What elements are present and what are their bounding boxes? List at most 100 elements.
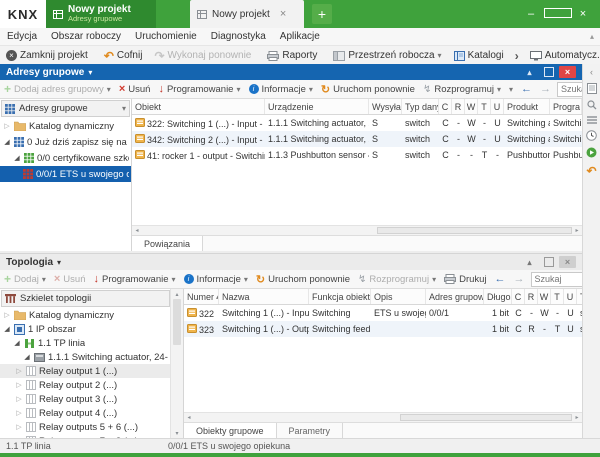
unload-button[interactable]: ↯ Rozprogramuj ▾ (419, 84, 505, 95)
online-status-icon[interactable] (586, 147, 597, 158)
topology-panel-header[interactable]: Topologia ▾ ▴ × (0, 253, 582, 270)
info-button[interactable]: i Informacje ▾ (245, 84, 317, 95)
tree-item-channel[interactable]: ▷ Relay output 4 (...) (0, 406, 170, 420)
tab-parametry[interactable]: Parametry (277, 423, 344, 438)
tab-powiazania[interactable]: Powiązania (132, 236, 203, 251)
add-group-address-button[interactable]: + Dodaj adres grupowy ▾ (0, 82, 115, 96)
ribbon-collapse-icon[interactable]: ▴ (590, 32, 594, 41)
col-c[interactable]: C (439, 99, 452, 114)
menu-edycja[interactable]: Edycja (0, 31, 44, 42)
col-w[interactable]: W (465, 99, 478, 114)
dropdown-icon[interactable]: ▾ (497, 85, 501, 94)
tree-item-dynamic-folder[interactable]: ▷ Katalog dynamiczny (0, 118, 131, 134)
tree-item-channel[interactable]: ▷ Relay output 3 (...) (0, 392, 170, 406)
expander-icon[interactable]: ▷ (15, 395, 23, 403)
vertical-scrollbar[interactable]: ▴ ▾ (170, 289, 183, 438)
catalogs-button[interactable]: Katalogi (448, 50, 510, 61)
restart-button[interactable]: ↻ Uruchom ponownie (252, 273, 354, 286)
table-row[interactable]: 342: Switching 2 (...) - Input - Switchi… (132, 131, 582, 147)
table-row[interactable]: 322: Switching 1 (...) - Input - Switchi… (132, 115, 582, 131)
delete-button[interactable]: × Usuń (115, 83, 155, 95)
back-button[interactable]: ← (517, 83, 536, 95)
info-button[interactable]: i Informacje ▾ (180, 274, 252, 285)
toolbar-overflow-icon[interactable]: ▾ (505, 85, 517, 94)
expander-icon[interactable]: ◢ (13, 339, 21, 347)
dropdown-icon[interactable]: ▾ (107, 85, 111, 94)
download-button[interactable]: ↓ Programowanie ▾ (89, 273, 179, 285)
col-nazwa[interactable]: Nazwa (219, 289, 309, 304)
expander-icon[interactable]: ▷ (3, 311, 11, 319)
expander-icon[interactable]: ▷ (15, 409, 23, 417)
panel-maximize-button[interactable] (540, 66, 557, 78)
scroll-left-icon[interactable]: ◂ (132, 227, 142, 234)
dropdown-icon[interactable]: ▾ (432, 275, 436, 284)
panel-collapse-button[interactable]: ▴ (521, 256, 538, 268)
col-obiekt[interactable]: Obiekt (132, 99, 265, 114)
tree-item-dynamic-folder[interactable]: ▷ Katalog dynamiczny (0, 308, 170, 322)
pending-operations-icon[interactable] (587, 83, 597, 94)
scroll-right-icon[interactable]: ▸ (572, 227, 582, 234)
forward-button[interactable]: → (510, 273, 529, 285)
restart-button[interactable]: ↻ Uruchom ponownie (317, 83, 419, 96)
tree-item-line[interactable]: ◢ 1.1 TP linia (0, 336, 170, 350)
window-close-button[interactable]: × (570, 8, 596, 20)
menu-diagnostyka[interactable]: Diagnostyka (204, 31, 273, 42)
tree-item-main-group[interactable]: ◢ 0 Już dziś zapisz się na (0, 134, 131, 150)
connection-selector[interactable]: Automatycz... ▾ (524, 50, 600, 61)
horizontal-scrollbar[interactable]: ◂ ▸ (184, 412, 582, 422)
download-button[interactable]: ↓ Programowanie ▾ (154, 83, 244, 95)
project-tab-active[interactable]: Nowy projekt Adresy grupowe (46, 0, 156, 28)
col-w[interactable]: W (538, 289, 551, 304)
col-funkcja[interactable]: Funkcja obiektu (309, 289, 371, 304)
col-r[interactable]: R (452, 99, 465, 114)
col-dlugosc[interactable]: Długość (484, 289, 512, 304)
history-clock-icon[interactable] (586, 130, 597, 141)
print-button[interactable]: Drukuj (440, 274, 490, 285)
col-wysylan[interactable]: Wysyłan (369, 99, 402, 114)
expander-icon[interactable]: ▷ (15, 381, 23, 389)
expander-icon[interactable]: ◢ (3, 138, 11, 146)
scroll-up-icon[interactable]: ▴ (175, 289, 178, 299)
col-numer[interactable]: Numer▴ (184, 289, 219, 304)
delete-button[interactable]: × Usuń (50, 273, 90, 285)
col-t[interactable]: T (478, 99, 491, 114)
topology-tree-header[interactable]: Szkielet topologii (1, 290, 170, 307)
window-minimize-button[interactable]: – (518, 8, 544, 20)
dropdown-icon[interactable]: ▾ (309, 85, 313, 94)
panel-close-button[interactable]: × (559, 66, 576, 78)
expander-icon[interactable]: ◢ (13, 154, 21, 162)
scrollbar-thumb[interactable] (377, 227, 573, 234)
dropdown-icon[interactable]: ▾ (122, 104, 126, 113)
scrollbar-thumb[interactable] (173, 299, 181, 345)
tab-close-icon[interactable]: × (278, 8, 288, 20)
expander-icon[interactable]: ▷ (15, 367, 23, 375)
col-adres[interactable]: Adres grupow (426, 289, 484, 304)
undo-history-icon[interactable]: ↶ (586, 164, 596, 178)
window-maximize-button[interactable] (544, 8, 570, 21)
col-r[interactable]: R (525, 289, 538, 304)
forward-button[interactable]: → (536, 83, 555, 95)
panel-collapse-button[interactable]: ▴ (521, 66, 538, 78)
expander-icon[interactable]: ▷ (15, 423, 23, 431)
table-row[interactable]: 322 Switching 1 (...) - Input Switching … (184, 305, 582, 321)
tab-obiekty-grupowe[interactable]: Obiekty grupowe (184, 423, 277, 438)
properties-list-icon[interactable] (587, 116, 597, 124)
panel-menu-icon[interactable]: ▾ (57, 258, 61, 267)
new-tab-button[interactable]: + (312, 4, 332, 24)
unload-button[interactable]: ↯ Rozprogramuj ▾ (354, 274, 440, 285)
col-t[interactable]: T (551, 289, 564, 304)
panel-menu-icon[interactable]: ▾ (88, 68, 92, 77)
panel-close-button[interactable]: × (559, 256, 576, 268)
sidebar-collapse-icon[interactable]: ‹ (590, 67, 593, 77)
back-button[interactable]: ← (491, 273, 510, 285)
close-project-button[interactable]: × Zamknij projekt (0, 50, 94, 61)
col-program[interactable]: Progra (550, 99, 582, 114)
scrollbar-thumb[interactable] (400, 414, 572, 421)
dropdown-icon[interactable]: ▾ (244, 275, 248, 284)
col-typ-danych[interactable]: Typ danych (402, 99, 439, 114)
dropdown-icon[interactable]: ▾ (236, 85, 240, 94)
col-c[interactable]: C (512, 289, 525, 304)
expander-icon[interactable]: ◢ (3, 325, 11, 333)
tree-item-channel[interactable]: ▷ Relay output 1 (...) (0, 364, 170, 378)
redo-button[interactable]: ↷ Wykonaj ponownie (148, 49, 257, 63)
